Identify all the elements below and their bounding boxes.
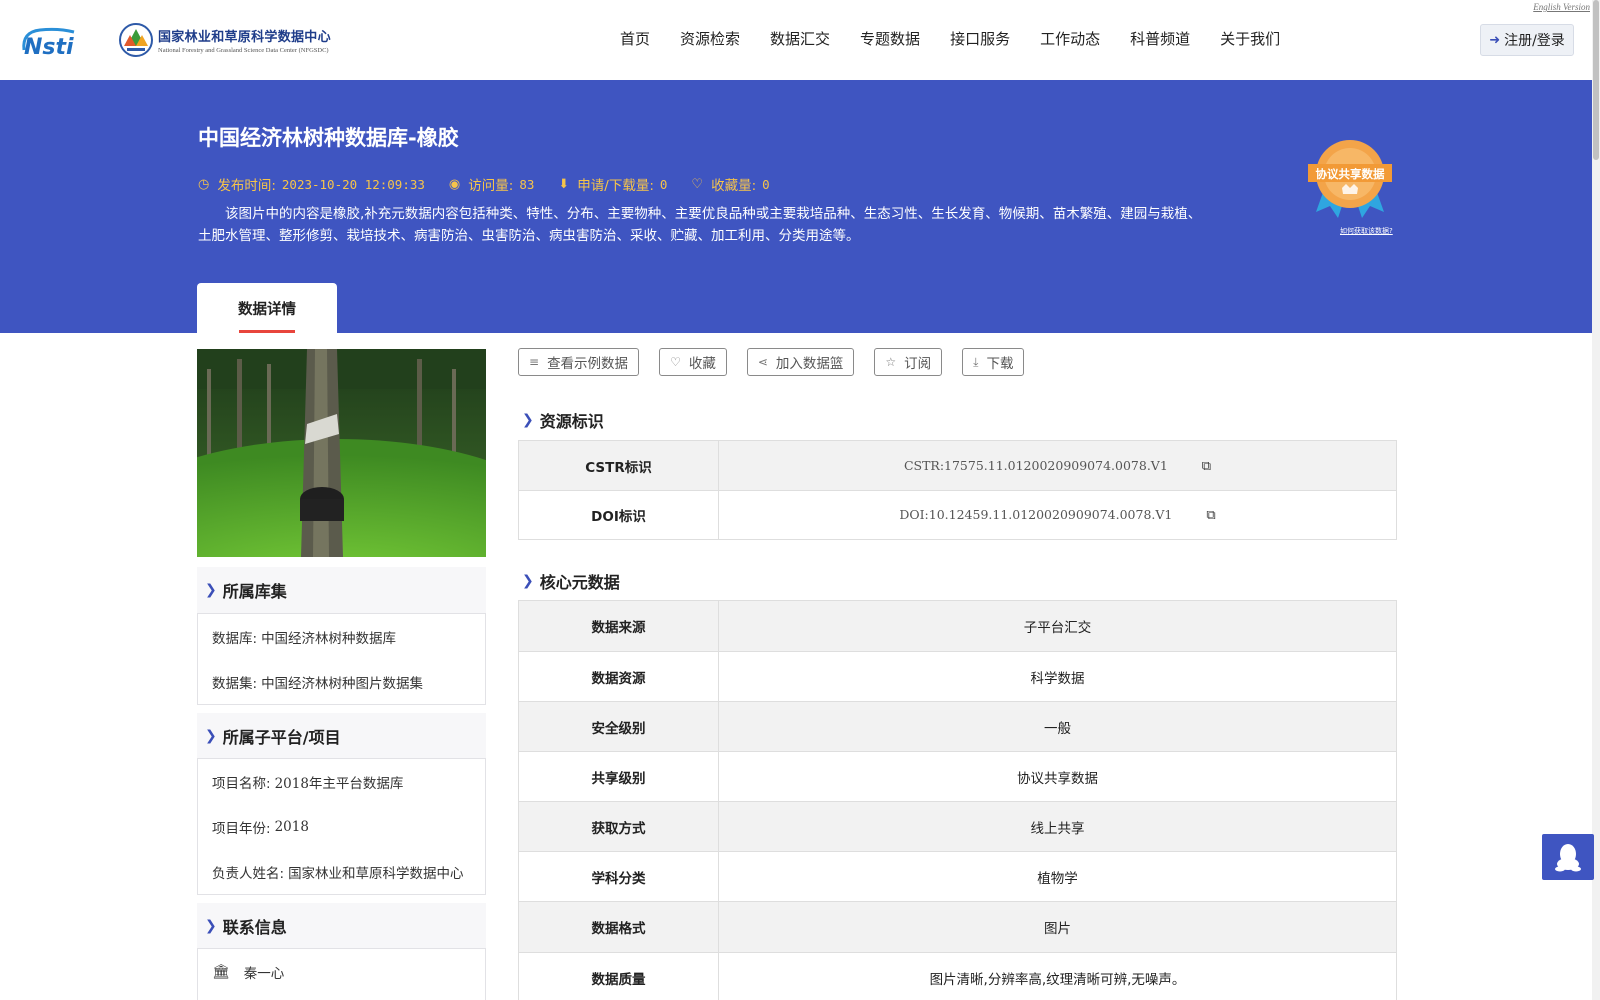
dataset-thumbnail[interactable] — [197, 349, 486, 557]
svg-text:Nsti: Nsti — [24, 35, 74, 60]
identifier-section-title: ❯ 资源标识 — [522, 412, 604, 431]
download-icon: ⬇ — [558, 176, 570, 192]
nfgsdc-logo[interactable]: 国家林业和草原科学数据中心 National Forestry and Gras… — [118, 22, 331, 58]
dataset-title: 中国经济林树种数据库-橡胶 — [198, 126, 459, 150]
copy-icon[interactable]: ⧉ — [1206, 508, 1215, 523]
core-metadata-section-title: ❯ 核心元数据 — [522, 573, 620, 592]
heart-icon: ♡ — [691, 176, 704, 192]
identifier-table: CSTR标识 CSTR:17575.11.0120020909074.0078.… — [518, 440, 1397, 540]
table-row: 共享级别 协议共享数据 — [518, 751, 1397, 802]
nav-resource-search[interactable]: 资源检索 — [680, 28, 740, 49]
table-row: 安全级别 一般 — [518, 701, 1397, 752]
library-info-box: 数据库: 中国经济林树种数据库 数据集: 中国经济林树种图片数据集 — [197, 613, 486, 705]
publish-time: ◷ 发布时间: 2023-10-20 12:09:33 — [198, 176, 425, 195]
project-owner-row: 负责人姓名: 国家林业和草原科学数据中心 — [212, 865, 464, 882]
login-button[interactable]: ➜ 注册/登录 — [1480, 24, 1574, 56]
top-header: Nsti 国家林业和草原科学数据中心 National Forestry and… — [0, 0, 1600, 80]
nav-science-channel[interactable]: 科普频道 — [1130, 28, 1190, 49]
active-tab-indicator — [239, 330, 295, 333]
institution-icon: 🏛 — [212, 963, 230, 980]
chevron-right-icon: ❯ — [205, 728, 217, 744]
nfgsdc-emblem-icon — [119, 23, 153, 57]
clock-icon: ◷ — [198, 176, 210, 192]
favorite-button[interactable]: ♡ 收藏 — [659, 348, 727, 376]
action-toolbar: ≡ 查看示例数据 ♡ 收藏 ⋖ 加入数据篮 ☆ 订阅 ⤓ 下载 — [518, 348, 1044, 376]
share-icon: ⋖ — [757, 355, 768, 369]
eye-icon: ◉ — [448, 176, 461, 192]
nav-data-submission[interactable]: 数据汇交 — [770, 28, 830, 49]
table-row: DOI标识 DOI:10.12459.11.0120020909074.0078… — [518, 490, 1397, 540]
scrollbar-thumb[interactable] — [1593, 0, 1599, 160]
nav-topic-data[interactable]: 专题数据 — [860, 28, 920, 49]
doi-label: DOI标识 — [518, 490, 719, 540]
view-sample-button[interactable]: ≡ 查看示例数据 — [518, 348, 640, 376]
chevron-right-icon: ❯ — [522, 573, 534, 589]
english-version-link[interactable]: English Version — [1533, 2, 1590, 12]
view-count: ◉ 访问量: 83 — [448, 176, 535, 195]
nav-work-news[interactable]: 工作动态 — [1040, 28, 1100, 49]
database-row: 数据库: 中国经济林树种数据库 — [212, 630, 397, 647]
subscribe-button[interactable]: ☆ 订阅 — [874, 348, 943, 376]
logo-chinese-name: 国家林业和草原科学数据中心 — [158, 30, 331, 45]
badge-label: 协议共享数据 — [1316, 167, 1385, 181]
table-row: 数据格式 图片 — [518, 901, 1397, 953]
dataset-meta: ◷ 发布时间: 2023-10-20 12:09:33 ◉ 访问量: 83 ⬇ … — [198, 174, 794, 195]
star-icon: ☆ — [885, 355, 897, 369]
tab-data-detail[interactable]: 数据详情 — [197, 283, 337, 333]
nav-api-service[interactable]: 接口服务 — [950, 28, 1010, 49]
sign-in-icon: ➜ — [1489, 32, 1501, 48]
nsti-logo[interactable]: Nsti — [18, 20, 98, 60]
project-section-header: ❯ 所属子平台/项目 — [197, 713, 486, 759]
main-nav: 首页 资源检索 数据汇交 专题数据 接口服务 工作动态 科普频道 关于我们 — [620, 28, 1310, 49]
table-row: 数据质量 图片清晰,分辨率高,纹理清晰可辨,无噪声。 — [518, 952, 1397, 1000]
chevron-right-icon: ❯ — [205, 918, 217, 934]
copy-icon[interactable]: ⧉ — [1202, 459, 1211, 474]
login-label: 注册/登录 — [1504, 33, 1565, 49]
dataset-description: 该图片中的内容是橡胶,补充元数据内容包括种类、特性、分布、主要物种、主要优良品种… — [198, 206, 1202, 244]
download-icon: ⤓ — [973, 354, 979, 369]
library-section-header: ❯ 所属库集 — [197, 567, 486, 613]
online-chat-button[interactable] — [1542, 834, 1594, 880]
core-metadata-table: 数据来源 子平台汇交 数据资源 科学数据 安全级别 一般 共享级别 协议共享数据… — [518, 600, 1397, 1000]
chevron-right-icon: ❯ — [205, 582, 217, 598]
heart-icon: ♡ — [670, 355, 681, 369]
favorite-count: ♡ 收藏量: 0 — [691, 176, 770, 195]
nav-about-us[interactable]: 关于我们 — [1220, 28, 1280, 49]
share-level-badge: 协议共享数据 — [1308, 140, 1392, 218]
contact-section-header: ❯ 联系信息 — [197, 903, 486, 949]
project-year-row: 项目年份: 2018 — [212, 818, 309, 837]
contact-info-box: 🏛 秦一心 — [197, 948, 486, 1000]
qq-penguin-icon — [1555, 844, 1581, 872]
download-button[interactable]: ⤓ 下载 — [962, 348, 1025, 376]
project-name-row: 项目名称: 2018年主平台数据库 — [212, 775, 404, 792]
doi-value: DOI:10.12459.11.0120020909074.0078.V1 ⧉ — [718, 490, 1397, 540]
table-row: 数据来源 子平台汇交 — [518, 600, 1397, 652]
dataset-row: 数据集: 中国经济林树种图片数据集 — [212, 675, 424, 692]
add-to-basket-button[interactable]: ⋖ 加入数据篮 — [746, 348, 855, 376]
cstr-value: CSTR:17575.11.0120020909074.0078.V1 ⧉ — [718, 440, 1397, 491]
nav-home[interactable]: 首页 — [620, 28, 650, 49]
contact-name-row: 🏛 秦一心 — [212, 963, 285, 982]
table-row: CSTR标识 CSTR:17575.11.0120020909074.0078.… — [518, 440, 1397, 491]
database-icon: ≡ — [529, 355, 540, 369]
download-count: ⬇ 申请/下载量: 0 — [558, 176, 668, 195]
project-info-box: 项目名称: 2018年主平台数据库 项目年份: 2018 负责人姓名: 国家林业… — [197, 758, 486, 895]
table-row: 获取方式 线上共享 — [518, 801, 1397, 852]
table-row: 数据资源 科学数据 — [518, 651, 1397, 702]
logo-english-name: National Forestry and Grassland Science … — [158, 47, 329, 54]
how-to-get-data-link[interactable]: 如何获取该数据? — [1340, 226, 1393, 236]
cstr-label: CSTR标识 — [518, 440, 719, 491]
table-row: 学科分类 植物学 — [518, 851, 1397, 902]
chevron-right-icon: ❯ — [522, 412, 534, 428]
